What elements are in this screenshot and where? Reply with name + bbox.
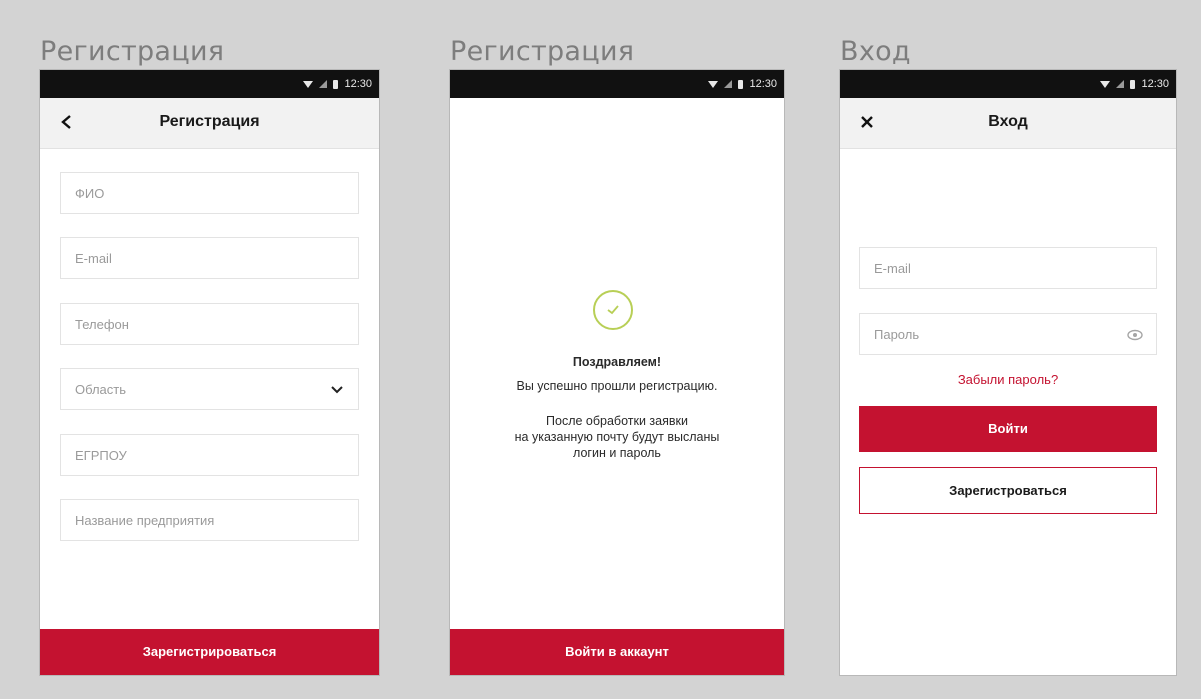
screen-caption-registration: Регистрация	[40, 36, 225, 67]
region-select[interactable]: Область	[60, 368, 359, 410]
signal-icon	[724, 80, 733, 88]
password-placeholder: Пароль	[874, 327, 920, 342]
password-field[interactable]: Пароль	[859, 313, 1157, 355]
email-placeholder: E-mail	[874, 261, 911, 276]
success-note-line-3: логин и пароль	[573, 446, 661, 460]
battery-icon	[738, 79, 744, 89]
company-name-field[interactable]: Название предприятия	[60, 499, 359, 541]
region-placeholder: Область	[75, 382, 127, 397]
phone-registration: 12:30 Регистрация ФИО E-mail Телефон Обл…	[40, 70, 379, 675]
phone-login: 12:30 Вход E-mail Пароль Забыли пароль? …	[840, 70, 1176, 675]
wifi-icon	[708, 80, 719, 88]
phone-placeholder: Телефон	[75, 317, 129, 332]
forgot-password-link[interactable]: Забыли пароль?	[840, 372, 1176, 387]
login-to-account-button[interactable]: Войти в аккаунт	[450, 629, 784, 675]
status-time: 12:30	[749, 78, 777, 90]
egrpou-field[interactable]: ЕГРПОУ	[60, 434, 359, 476]
wifi-icon	[1100, 80, 1111, 88]
battery-icon	[1130, 79, 1136, 89]
egrpou-placeholder: ЕГРПОУ	[75, 448, 127, 463]
status-bar: 12:30	[840, 70, 1176, 98]
register-button[interactable]: Зарегистрироваться	[40, 629, 379, 675]
success-note-line-1: После обработки заявки	[546, 414, 688, 428]
status-bar: 12:30	[450, 70, 784, 98]
wifi-icon	[303, 80, 314, 88]
company-placeholder: Название предприятия	[75, 513, 215, 528]
fio-field[interactable]: ФИО	[60, 172, 359, 214]
login-button[interactable]: Войти	[859, 406, 1157, 452]
app-bar: Вход	[840, 98, 1176, 149]
email-placeholder: E-mail	[75, 251, 112, 266]
signal-icon	[319, 80, 328, 88]
checkmark-circle-icon	[593, 290, 633, 330]
screen-caption-login: Вход	[840, 36, 911, 67]
signal-icon	[1116, 80, 1125, 88]
page-title: Регистрация	[159, 113, 260, 130]
status-bar: 12:30	[40, 70, 379, 98]
fio-placeholder: ФИО	[75, 186, 105, 201]
register-link-button[interactable]: Зарегистроваться	[859, 467, 1157, 514]
success-note-line-2: на указанную почту будут высланы	[514, 430, 720, 444]
success-message: Вы успешно прошли регистрацию.	[516, 379, 718, 393]
email-field[interactable]: E-mail	[60, 237, 359, 279]
page-title: Вход	[988, 113, 1028, 130]
screen-caption-success: Регистрация	[450, 36, 635, 67]
phone-success: 12:30 Поздравляем! Вы успешно прошли рег…	[450, 70, 784, 675]
chevron-down-icon	[328, 381, 346, 399]
status-time: 12:30	[1141, 78, 1169, 90]
login-email-field[interactable]: E-mail	[859, 247, 1157, 289]
eye-icon[interactable]	[1126, 326, 1144, 344]
success-heading: Поздравляем!	[572, 355, 662, 369]
status-time: 12:30	[344, 78, 372, 90]
phone-field[interactable]: Телефон	[60, 303, 359, 345]
battery-icon	[333, 79, 339, 89]
app-bar: Регистрация	[40, 98, 379, 149]
